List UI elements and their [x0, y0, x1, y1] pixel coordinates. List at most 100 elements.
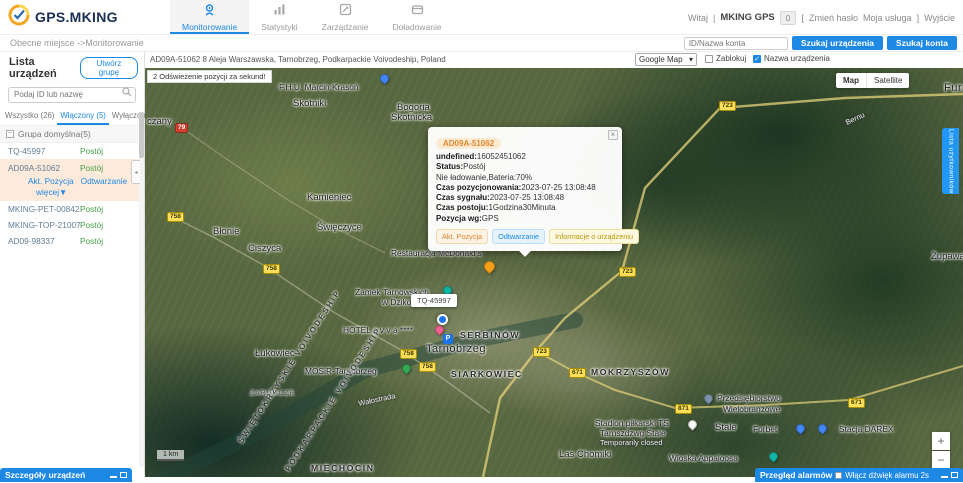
device-name: AD09-98337: [8, 236, 80, 246]
popup-field-value: 1Godzina30Minuta: [488, 203, 555, 212]
current-position-link[interactable]: Akt. Pozycja: [28, 176, 74, 186]
map-label: Stale: [715, 422, 737, 433]
map-label: Skotnicka: [391, 112, 432, 123]
popup-field-label: Czas pozycjonowania:: [436, 183, 521, 192]
device-status: Postój: [80, 220, 103, 230]
close-icon[interactable]: ×: [608, 130, 618, 140]
map-type-select[interactable]: Google Map ▾: [635, 53, 697, 66]
tab-label: Statystyki: [261, 22, 297, 32]
tab-label: Doładowanie: [392, 22, 441, 32]
device-name-checkbox[interactable]: ✓ Nazwa urządzenia: [753, 54, 830, 63]
more-link[interactable]: więcej▼: [36, 187, 144, 197]
user-list-tab[interactable]: Lista użytkowników: [942, 128, 959, 194]
filter-tab-all[interactable]: Wszystko (26): [2, 109, 57, 125]
zoom-out-button[interactable]: −: [932, 451, 950, 469]
device-status: Postój: [80, 146, 103, 156]
tab-statystyki[interactable]: Statystyki: [249, 0, 309, 34]
map-label: Temporarily closed: [600, 438, 663, 447]
popup-field-value: 2023-07-25 13:08:48: [521, 183, 595, 192]
playback-button[interactable]: Odtwarzanie: [492, 229, 545, 244]
search-icon: [122, 87, 132, 97]
map-label: SERBINÓW: [460, 330, 520, 340]
message-count-badge[interactable]: 0: [780, 11, 797, 25]
device-name: AD09A-51062: [8, 163, 80, 173]
minimize-icon[interactable]: [110, 473, 117, 478]
device-name: TQ-45997: [8, 146, 80, 156]
device-label-bubble[interactable]: TQ-45997: [411, 294, 457, 307]
device-details-bar[interactable]: Szczegóły urządzeń: [0, 468, 132, 482]
tab-doladowanie[interactable]: Doładowanie: [380, 0, 453, 34]
device-row[interactable]: TQ-45997 Postój: [0, 143, 144, 159]
account-search-input[interactable]: [684, 37, 788, 50]
restore-icon[interactable]: [951, 472, 958, 478]
popup-device-name: AD09A-51062: [436, 138, 501, 149]
device-search-input[interactable]: [8, 87, 136, 103]
road-badge: 758: [400, 349, 417, 359]
device-name: MKING-TOP-21007: [8, 220, 80, 230]
chevron-left-icon: ◂: [134, 169, 137, 176]
road-badge: 758: [167, 212, 184, 222]
map-canvas[interactable]: 2 Odświeżenie pozycji za sekund! Map Sat…: [145, 68, 963, 477]
collapse-group-icon[interactable]: −: [6, 130, 14, 138]
alarm-sound-checkbox[interactable]: [835, 472, 842, 479]
monitoring-icon: [203, 3, 216, 21]
username: MKING GPS: [720, 12, 774, 23]
content-area: Lista urządzeń Utwórz grupę Wszystko (26…: [0, 52, 963, 477]
checkbox-checked[interactable]: ✓: [753, 55, 761, 63]
sidebar-collapse-handle[interactable]: ◂: [131, 160, 140, 184]
filter-tab-online[interactable]: Włączony (5): [57, 109, 109, 125]
map-view-button[interactable]: Map: [836, 73, 867, 88]
satellite-view-button[interactable]: Satellite: [867, 73, 909, 88]
device-sidebar: Lista urządzeń Utwórz grupę Wszystko (26…: [0, 52, 145, 477]
device-row[interactable]: MKING-PET-00842 Postój: [0, 201, 144, 217]
playback-link[interactable]: Odtwarzanie: [81, 176, 128, 186]
device-row-selected[interactable]: AD09A-51062 Postój Akt. Pozycja Odtwarza…: [0, 159, 144, 201]
popup-field-value: 2023-07-25 13:08:48: [490, 193, 564, 202]
map-label: Tarnszdzwg Stale: [600, 428, 666, 438]
map-label: Przedsiębiorstwo: [717, 393, 781, 403]
popup-field-label: Pozycja wg:: [436, 214, 482, 223]
breadcrumb: Obecne miejsce ->Monitorowanie: [10, 38, 144, 48]
greeting-text: Witaj: [688, 13, 708, 23]
topup-icon: [411, 3, 424, 21]
tab-label: Monitorowanie: [182, 22, 237, 32]
current-position-button[interactable]: Akt. Pozycja: [436, 229, 488, 244]
device-status: Postój: [80, 236, 103, 246]
minimize-icon[interactable]: [941, 473, 948, 478]
map-label: Święczyce: [317, 222, 362, 233]
map-label: MOSiR-Tarnobrzeg: [305, 366, 377, 376]
device-row[interactable]: MKING-TOP-21007 Postój: [0, 217, 144, 233]
road-badge: 671: [848, 398, 865, 408]
popup-field-value: Postój: [463, 162, 485, 171]
alarm-overview-bar[interactable]: Przegląd alarmów Włącz dźwięk alarmu 2s: [755, 468, 963, 482]
zoom-in-button[interactable]: +: [932, 432, 950, 450]
map-label: SIARKOWIEC: [451, 369, 523, 379]
map-label: Las Chomiki: [559, 449, 611, 460]
my-service-link[interactable]: Moja usługa: [863, 13, 912, 23]
map-label: MIECHOCIN: [311, 463, 375, 473]
search-device-button[interactable]: Szukaj urządzenia: [792, 36, 883, 50]
create-group-button[interactable]: Utwórz grupę: [80, 57, 138, 79]
tab-monitorowanie[interactable]: Monitorowanie: [170, 0, 249, 34]
device-marker-blue[interactable]: [437, 314, 448, 325]
change-password-link[interactable]: Zmień hasło: [809, 13, 858, 23]
parking-icon[interactable]: P: [443, 334, 453, 344]
device-info-button[interactable]: Informacje o urządzeniu: [549, 229, 639, 244]
map-satellite-toggle: Map Satellite: [836, 73, 909, 88]
device-group-header[interactable]: − Grupa domyślna(5): [0, 126, 144, 143]
refresh-countdown: 2 Odświeżenie pozycji za sekund!: [147, 70, 272, 83]
map-type-value: Google Map: [639, 55, 683, 64]
manage-icon: [339, 3, 352, 21]
map-label: Żupawa: [931, 251, 963, 262]
map-label: MOKRZYSZÓW: [591, 367, 670, 377]
device-row[interactable]: AD09-98337 Postój: [0, 233, 144, 249]
logout-link[interactable]: Wyjście: [924, 13, 955, 23]
tab-zarzadzanie[interactable]: Zarządzanie: [310, 0, 381, 34]
road-badge: 758: [263, 264, 280, 274]
search-account-button[interactable]: Szukaj konta: [887, 36, 957, 50]
checkbox-unchecked[interactable]: [705, 55, 713, 63]
restore-icon[interactable]: [120, 472, 127, 478]
device-name-label: Nazwa urządzenia: [764, 54, 830, 63]
lock-checkbox[interactable]: Zablokuj: [705, 54, 746, 63]
breadcrumb-row: Obecne miejsce ->Monitorowanie Szukaj ur…: [0, 35, 963, 52]
